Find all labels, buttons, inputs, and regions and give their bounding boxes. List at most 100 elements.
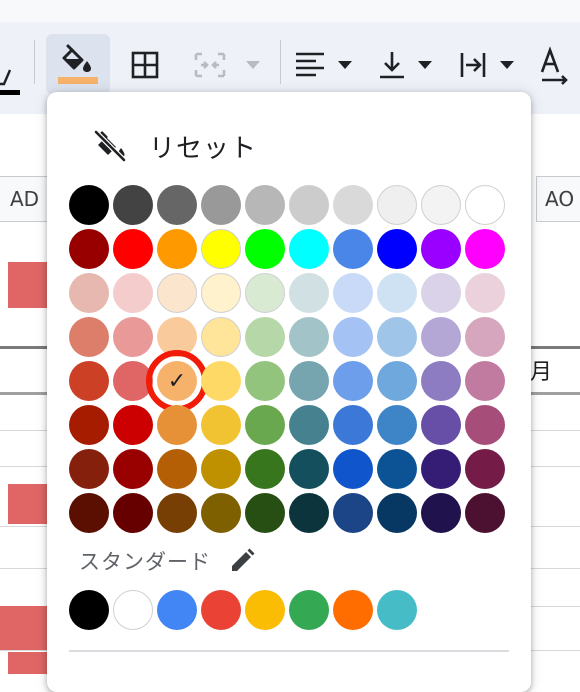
color-swatch[interactable]: [465, 493, 505, 533]
text-wrap-button[interactable]: [458, 48, 520, 82]
color-swatch[interactable]: [421, 361, 461, 401]
reset-button[interactable]: リセット: [93, 126, 257, 166]
color-swatch[interactable]: [245, 273, 285, 313]
color-swatch[interactable]: [421, 493, 461, 533]
edit-standard-colors-button[interactable]: [229, 548, 255, 574]
color-swatch[interactable]: [201, 493, 241, 533]
color-swatch[interactable]: [289, 273, 329, 313]
standard-color-swatch[interactable]: [201, 590, 241, 630]
color-swatch[interactable]: [377, 317, 417, 357]
color-swatch[interactable]: [377, 273, 417, 313]
color-swatch[interactable]: [113, 405, 153, 445]
color-swatch[interactable]: [377, 405, 417, 445]
text-color-icon[interactable]: [0, 40, 22, 100]
color-swatch[interactable]: [245, 449, 285, 489]
color-swatch[interactable]: [245, 317, 285, 357]
color-swatch[interactable]: [245, 185, 285, 225]
color-swatch[interactable]: [157, 405, 197, 445]
standard-color-swatch[interactable]: [289, 590, 329, 630]
color-swatch[interactable]: [157, 273, 197, 313]
color-swatch[interactable]: [201, 185, 241, 225]
color-swatch[interactable]: [157, 449, 197, 489]
column-header[interactable]: AO: [536, 176, 580, 222]
fill-color-button[interactable]: [46, 34, 110, 94]
standard-color-swatch[interactable]: [113, 590, 153, 630]
color-swatch[interactable]: [333, 405, 373, 445]
color-swatch[interactable]: [465, 405, 505, 445]
highlighted-cell[interactable]: [8, 484, 48, 524]
color-swatch[interactable]: [289, 493, 329, 533]
color-swatch[interactable]: [69, 361, 109, 401]
color-swatch[interactable]: [289, 229, 329, 269]
color-swatch[interactable]: [465, 361, 505, 401]
color-swatch[interactable]: [465, 229, 505, 269]
color-swatch[interactable]: [201, 361, 241, 401]
color-swatch[interactable]: [465, 185, 505, 225]
color-swatch[interactable]: [113, 229, 153, 269]
color-swatch[interactable]: [465, 273, 505, 313]
color-swatch[interactable]: [201, 229, 241, 269]
color-swatch[interactable]: [333, 361, 373, 401]
color-swatch[interactable]: [201, 273, 241, 313]
color-swatch[interactable]: [69, 493, 109, 533]
color-swatch[interactable]: [333, 185, 373, 225]
color-swatch[interactable]: [421, 317, 461, 357]
color-swatch[interactable]: [113, 449, 153, 489]
color-swatch[interactable]: [333, 449, 373, 489]
standard-color-swatch[interactable]: [377, 590, 417, 630]
color-swatch[interactable]: [245, 361, 285, 401]
color-swatch[interactable]: [201, 449, 241, 489]
color-swatch[interactable]: ✓: [157, 361, 197, 401]
color-swatch[interactable]: [421, 185, 461, 225]
color-swatch[interactable]: [69, 405, 109, 445]
color-swatch[interactable]: [157, 185, 197, 225]
highlighted-cell[interactable]: [8, 652, 48, 674]
color-swatch[interactable]: [421, 449, 461, 489]
standard-color-swatch[interactable]: [69, 590, 109, 630]
color-swatch[interactable]: [113, 493, 153, 533]
color-swatch[interactable]: [245, 229, 285, 269]
color-swatch[interactable]: [465, 317, 505, 357]
color-swatch[interactable]: [69, 317, 109, 357]
color-swatch[interactable]: [69, 229, 109, 269]
borders-button[interactable]: [128, 48, 162, 82]
standard-color-swatch[interactable]: [157, 590, 197, 630]
standard-color-swatch[interactable]: [333, 590, 373, 630]
column-header[interactable]: AD: [0, 176, 49, 222]
color-swatch[interactable]: [69, 273, 109, 313]
color-swatch[interactable]: [201, 317, 241, 357]
color-swatch[interactable]: [157, 493, 197, 533]
color-swatch[interactable]: [421, 229, 461, 269]
color-swatch[interactable]: [421, 273, 461, 313]
color-swatch[interactable]: [245, 405, 285, 445]
color-swatch[interactable]: [289, 361, 329, 401]
standard-color-swatch[interactable]: [245, 590, 285, 630]
color-swatch[interactable]: [377, 361, 417, 401]
color-swatch[interactable]: [113, 273, 153, 313]
color-swatch[interactable]: [245, 493, 285, 533]
color-swatch[interactable]: [201, 405, 241, 445]
color-swatch[interactable]: [333, 273, 373, 313]
color-swatch[interactable]: [421, 405, 461, 445]
color-swatch[interactable]: [113, 361, 153, 401]
color-swatch[interactable]: [289, 449, 329, 489]
highlighted-cell[interactable]: [8, 262, 48, 308]
vertical-align-button[interactable]: [376, 48, 438, 82]
color-swatch[interactable]: [333, 317, 373, 357]
color-swatch[interactable]: [377, 449, 417, 489]
color-swatch[interactable]: [289, 317, 329, 357]
color-swatch[interactable]: [377, 185, 417, 225]
highlighted-cell[interactable]: [0, 606, 48, 650]
color-swatch[interactable]: [289, 405, 329, 445]
color-swatch[interactable]: [157, 317, 197, 357]
color-swatch[interactable]: [289, 185, 329, 225]
color-swatch[interactable]: [157, 229, 197, 269]
color-swatch[interactable]: [377, 493, 417, 533]
color-swatch[interactable]: [377, 229, 417, 269]
color-swatch[interactable]: [465, 449, 505, 489]
color-swatch[interactable]: [113, 185, 153, 225]
horizontal-align-button[interactable]: [292, 48, 358, 82]
color-swatch[interactable]: [333, 229, 373, 269]
text-rotation-button[interactable]: [538, 46, 574, 86]
color-swatch[interactable]: [113, 317, 153, 357]
